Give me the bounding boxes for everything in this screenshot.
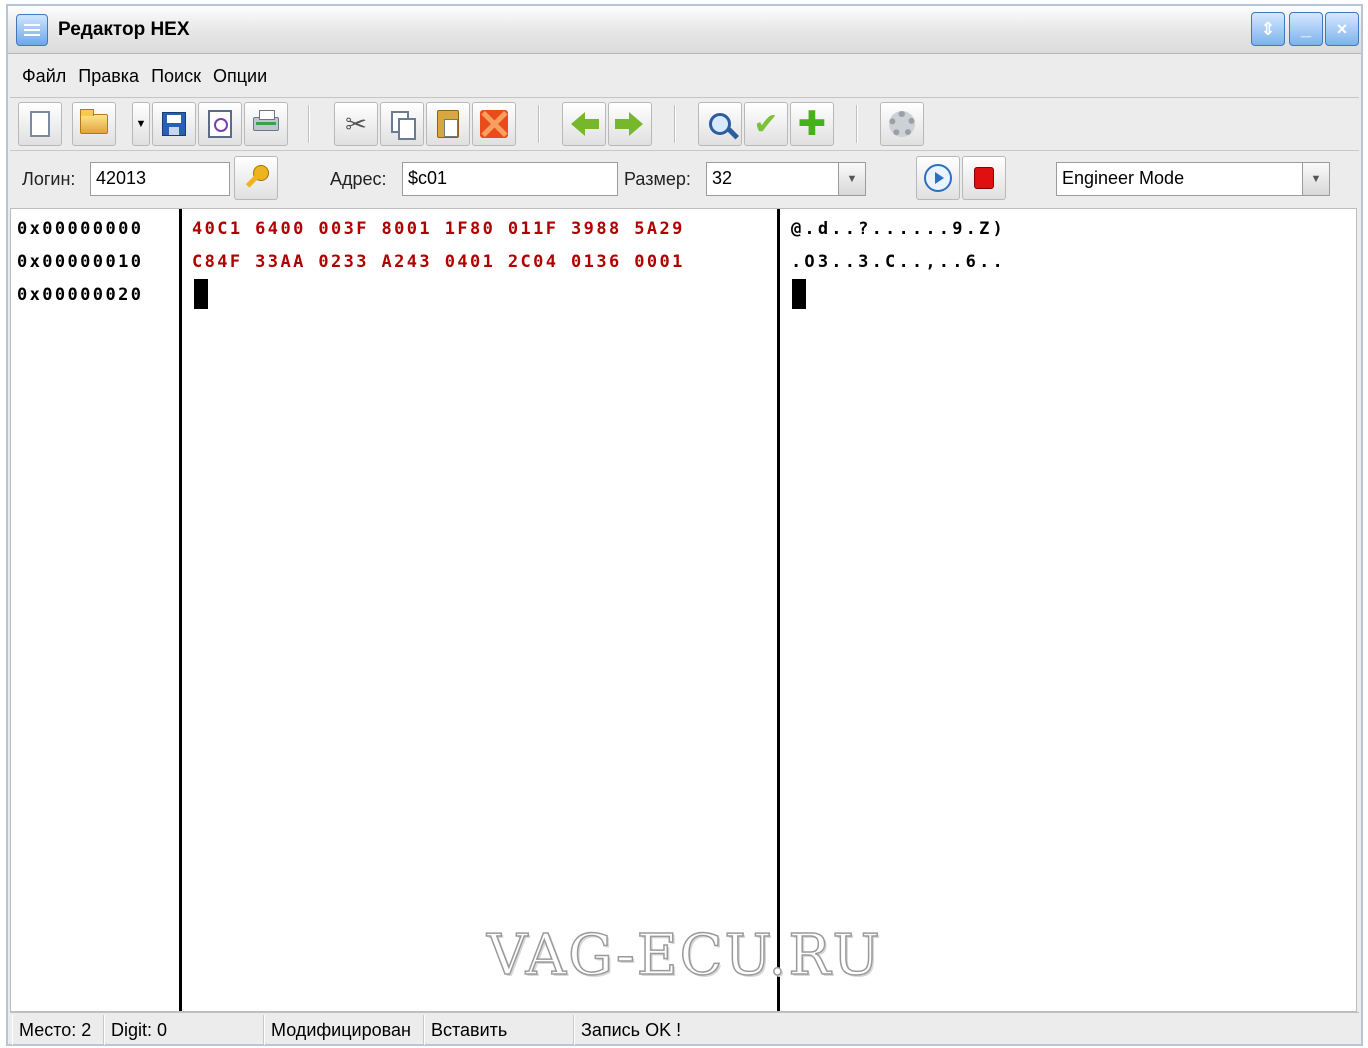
toolbar-separator — [674, 105, 676, 143]
add-button[interactable]: ✚ — [790, 102, 834, 146]
app-icon[interactable] — [16, 14, 48, 46]
address-row: 0x00000020 — [17, 285, 144, 305]
cut-button[interactable]: ✂ — [334, 102, 378, 146]
toolbar-separator — [308, 105, 310, 143]
open-recent-dropdown[interactable]: ▼ — [132, 102, 150, 146]
run-button[interactable] — [916, 156, 960, 200]
settings-button[interactable] — [880, 102, 924, 146]
copy-icon — [391, 111, 416, 140]
address-label: Адрес: — [330, 169, 387, 189]
toolbar: ▼ ✂ ✔ ✚ — [10, 99, 1359, 151]
title-bar[interactable]: Редактор HEX ⇕ _ × — [8, 6, 1361, 54]
watermark: VAG-ECU.RU — [486, 922, 882, 989]
parameters-bar: Логин: 42013 Адрес: $c01 Размер: 32 ▼ En… — [10, 152, 1359, 208]
menu-edit[interactable]: Правка — [72, 56, 145, 96]
paste-icon — [437, 110, 459, 138]
toolbar-separator — [538, 105, 540, 143]
status-digit: Digit: 0 — [104, 1015, 264, 1045]
size-combo[interactable]: 32 — [706, 162, 840, 196]
status-bar: Место: 2 Digit: 0 Модифицирован Вставить… — [10, 1012, 1359, 1046]
key-icon — [243, 165, 269, 191]
login-label: Логин: — [22, 169, 76, 189]
address-row: 0x00000000 — [17, 219, 144, 239]
settings-gear-icon — [889, 111, 915, 137]
delete-icon — [480, 110, 508, 138]
status-insert-mode: Вставить — [424, 1015, 574, 1045]
size-dropdown-button[interactable]: ▼ — [838, 162, 866, 196]
delete-button[interactable] — [472, 102, 516, 146]
address-row: 0x00000010 — [17, 252, 144, 272]
login-key-button[interactable] — [234, 156, 278, 200]
restore-button[interactable]: ⇕ — [1251, 12, 1285, 46]
hex-editor-window: Редактор HEX ⇕ _ × Файл Правка Поиск Опции … — [6, 4, 1363, 1046]
hex-row[interactable]: C84F 33AA 0233 A243 0401 2C04 0136 0001 — [192, 252, 685, 272]
print-preview-icon — [208, 110, 232, 138]
toolbar-separator — [856, 105, 858, 143]
paste-button[interactable] — [426, 102, 470, 146]
play-icon — [924, 164, 952, 192]
save-icon — [162, 112, 186, 136]
print-icon — [253, 110, 279, 131]
check-icon: ✔ — [753, 107, 779, 141]
close-button[interactable]: × — [1325, 12, 1359, 46]
ascii-cursor — [792, 279, 806, 309]
forward-arrow-icon — [615, 112, 643, 136]
save-button[interactable] — [152, 102, 196, 146]
hex-cursor — [194, 279, 208, 309]
ascii-row[interactable]: @.d..?......9.Z) — [791, 219, 1006, 239]
address-column: 0x00000000 0x00000010 0x00000020 — [11, 209, 179, 1011]
chevron-down-icon: ▼ — [1310, 173, 1322, 185]
ascii-column[interactable]: @.d..?......9.Z) .O3..3.C..,..6.. — [777, 209, 1356, 1011]
mode-dropdown-button[interactable]: ▼ — [1302, 162, 1330, 196]
add-icon: ✚ — [797, 105, 827, 143]
window-title: Редактор HEX — [58, 19, 190, 40]
cut-icon: ✂ — [345, 108, 367, 139]
forward-button[interactable] — [608, 102, 652, 146]
chevron-down-icon: ▼ — [846, 173, 858, 185]
status-place: Место: 2 — [12, 1015, 104, 1045]
menu-search[interactable]: Поиск — [145, 56, 207, 96]
size-label: Размер: — [624, 169, 691, 189]
status-write-result: Запись OK ! — [574, 1015, 874, 1045]
hex-column[interactable]: 40C1 6400 003F 8001 1F80 011F 3988 5A29 … — [179, 209, 777, 1011]
open-folder-icon — [80, 109, 108, 134]
stop-button[interactable] — [962, 156, 1006, 200]
find-button[interactable] — [698, 102, 742, 146]
copy-button[interactable] — [380, 102, 424, 146]
minimize-button[interactable]: _ — [1289, 12, 1323, 46]
menu-file[interactable]: Файл — [16, 56, 72, 96]
back-arrow-icon — [571, 112, 599, 136]
search-icon — [709, 113, 731, 135]
back-button[interactable] — [562, 102, 606, 146]
menu-options[interactable]: Опции — [207, 56, 273, 96]
hex-row[interactable]: 40C1 6400 003F 8001 1F80 011F 3988 5A29 — [192, 219, 685, 239]
new-file-button[interactable] — [18, 102, 62, 146]
stop-icon — [974, 167, 994, 189]
new-file-icon — [30, 111, 50, 137]
address-field[interactable]: $c01 — [402, 162, 618, 196]
chevron-down-icon: ▼ — [135, 118, 147, 130]
apply-button[interactable]: ✔ — [744, 102, 788, 146]
login-field[interactable]: 42013 — [90, 162, 230, 196]
ascii-row[interactable]: .O3..3.C..,..6.. — [791, 252, 1006, 272]
status-modified: Модифицирован — [264, 1015, 424, 1045]
open-file-button[interactable] — [72, 102, 116, 146]
print-button[interactable] — [244, 102, 288, 146]
hex-editor-area[interactable]: 0x00000000 0x00000010 0x00000020 40C1 64… — [10, 208, 1357, 1012]
menu-bar: Файл Правка Поиск Опции — [10, 56, 1359, 98]
print-preview-button[interactable] — [198, 102, 242, 146]
mode-select[interactable]: Engineer Mode — [1056, 162, 1304, 196]
